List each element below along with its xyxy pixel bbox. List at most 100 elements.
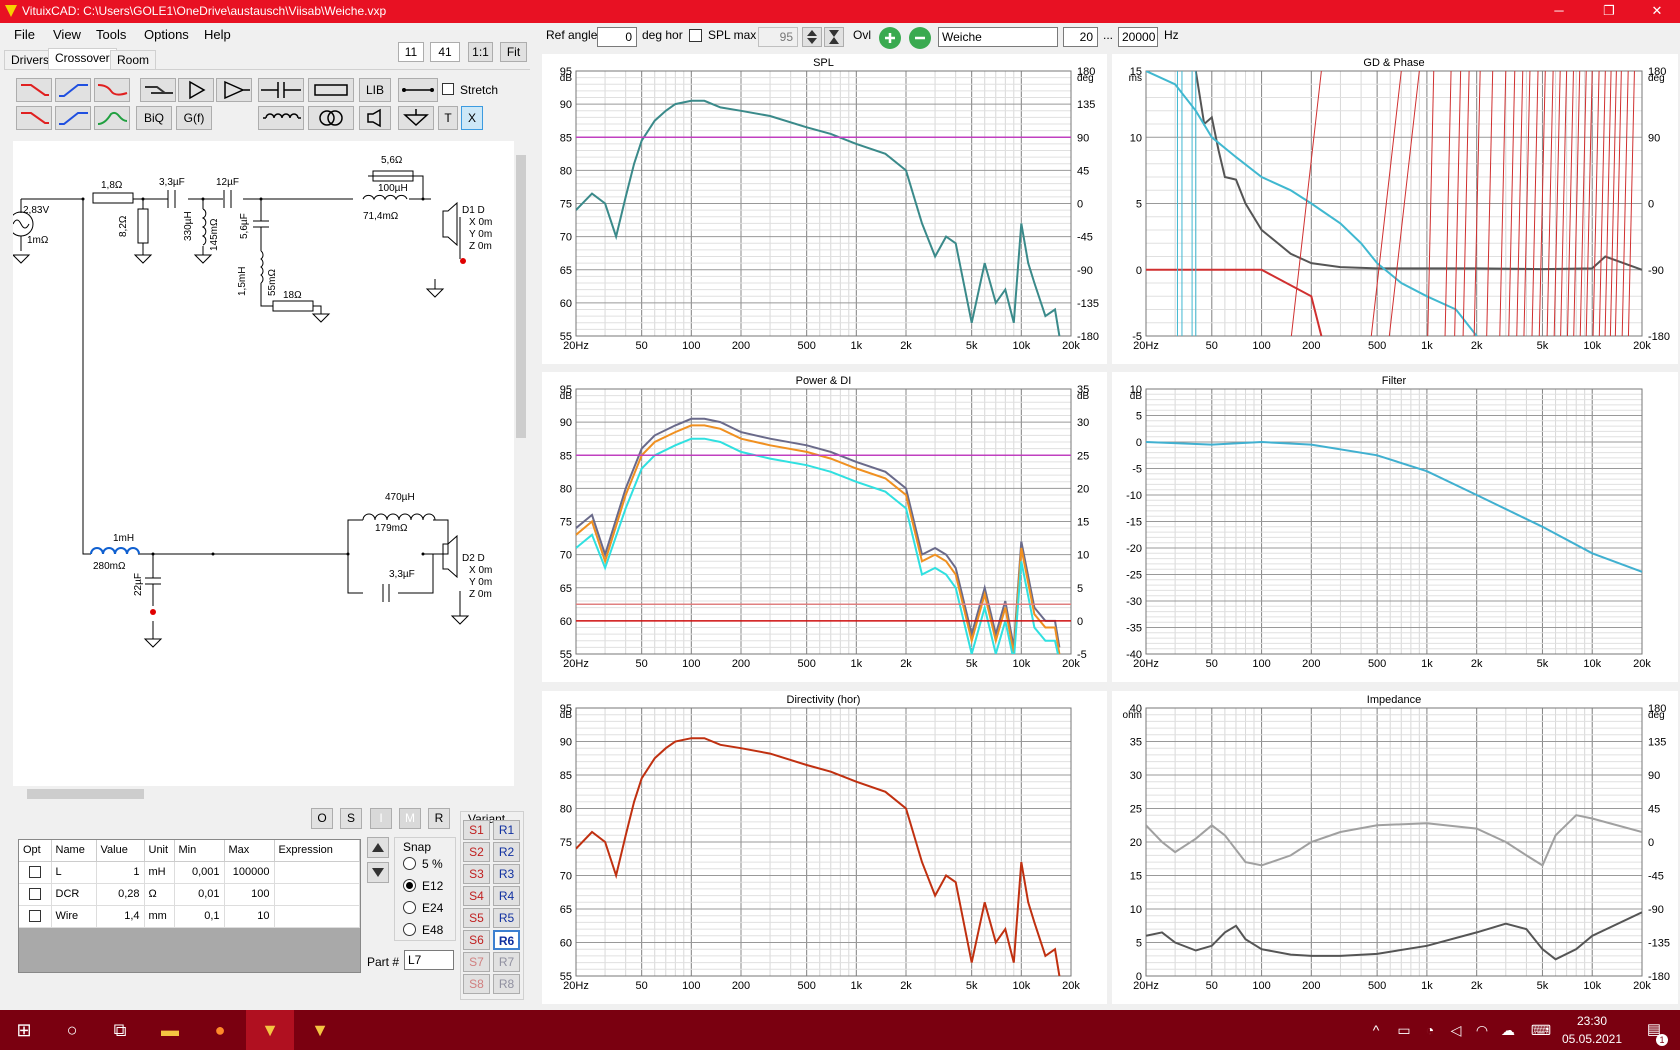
- cell-max[interactable]: 100000: [224, 861, 275, 884]
- hourglass-icon[interactable]: [824, 27, 844, 47]
- variant-r3-button[interactable]: R3: [493, 864, 520, 884]
- minimize-button[interactable]: ─: [1536, 0, 1582, 23]
- capacitor-button[interactable]: [258, 78, 304, 102]
- freq-high-field[interactable]: 20000: [1118, 27, 1158, 47]
- x-button[interactable]: X: [461, 106, 483, 130]
- inductor-button[interactable]: [258, 106, 304, 130]
- highpass2-button[interactable]: [55, 106, 91, 130]
- cell-expression[interactable]: [274, 905, 360, 928]
- move-down-button[interactable]: [367, 862, 389, 883]
- spl-max-checkbox[interactable]: [689, 29, 702, 42]
- task-view-icon[interactable]: ⧉: [96, 1010, 144, 1050]
- menu-tools[interactable]: Tools: [96, 27, 126, 42]
- variant-s5-button[interactable]: S5: [463, 908, 490, 928]
- lib-button[interactable]: LIB: [359, 78, 391, 102]
- maximize-button[interactable]: ❐: [1586, 0, 1632, 23]
- resistor-button[interactable]: [308, 78, 354, 102]
- menu-options[interactable]: Options: [144, 27, 189, 42]
- variant-r6-button[interactable]: R6: [493, 930, 520, 950]
- schematic-canvas[interactable]: 2,83V 1mΩ 1,8Ω 8,2Ω 3,3µF 330µH 145mΩ 12…: [8, 141, 514, 786]
- battery-icon[interactable]: ▭: [1392, 1010, 1416, 1050]
- gd-phase-chart[interactable]: GD & Phase 15 10 5 0 -5 ms 180 90 0 -90 -180 deg 20Hz…: [1112, 54, 1678, 364]
- variant-s1-button[interactable]: S1: [463, 820, 490, 840]
- variant-s6-button[interactable]: S6: [463, 930, 490, 950]
- hscroll-thumb[interactable]: [27, 789, 144, 799]
- network-icon[interactable]: ◔: [1418, 1010, 1442, 1050]
- text-button[interactable]: T: [438, 106, 458, 130]
- overlay-name-field[interactable]: Weiche: [938, 27, 1058, 47]
- impedance-chart[interactable]: Impedance 40 35 30 25 20 15 10 5 0 ohm 180 135 90 45 0-…: [1112, 691, 1678, 1004]
- transformer-button[interactable]: [308, 106, 354, 130]
- zoom-b-field[interactable]: 41: [430, 42, 460, 62]
- variant-s7-button[interactable]: S7: [463, 952, 490, 972]
- vituixcad-icon[interactable]: ▼: [246, 1010, 294, 1050]
- cell-value[interactable]: 1,4: [96, 905, 145, 928]
- variant-s2-button[interactable]: S2: [463, 842, 490, 862]
- cell-min[interactable]: 0,01: [174, 883, 225, 906]
- table-row[interactable]: DCR 0,28 Ω 0,01 100: [19, 883, 360, 906]
- firefox-icon[interactable]: ●: [196, 1010, 244, 1050]
- m-button[interactable]: M: [399, 808, 421, 829]
- add-overlay-icon[interactable]: [879, 27, 901, 49]
- directivity-chart[interactable]: Directivity (hor) 95 90 85 80 75 70 65 60 55 dB 20H…: [542, 691, 1107, 1004]
- stretch-checkbox[interactable]: [442, 83, 454, 95]
- variant-s8-button[interactable]: S8: [463, 974, 490, 994]
- spl-chart[interactable]: SPL 95 90 85 80 75 70 65 60 55 dB 180 135 90 45 0 -45 -90…: [542, 54, 1107, 364]
- zoom-a-field[interactable]: 11: [398, 42, 424, 62]
- schematic-horizontal-scrollbar[interactable]: [13, 786, 514, 802]
- notifications-icon[interactable]: ▤: [1634, 1010, 1674, 1050]
- highpass1-button[interactable]: [55, 78, 91, 102]
- zoom-1to1-button[interactable]: 1:1: [468, 42, 493, 62]
- o-button[interactable]: O: [311, 808, 333, 829]
- up-down-arrows-icon[interactable]: [802, 27, 822, 47]
- schematic-vertical-scrollbar[interactable]: [514, 141, 528, 786]
- lowpass2-button[interactable]: [16, 106, 52, 130]
- lowpass1-button[interactable]: [16, 78, 52, 102]
- cell-max[interactable]: 100: [224, 883, 275, 906]
- table-row[interactable]: Wire 1,4 mm 0,1 10: [19, 905, 360, 928]
- spl-max-field[interactable]: 95: [758, 27, 798, 47]
- opamp-button[interactable]: [216, 78, 252, 102]
- buffer-button[interactable]: [178, 78, 214, 102]
- snap-e24-radio[interactable]: [403, 901, 416, 914]
- clock-date[interactable]: 05.05.2021: [1560, 1032, 1624, 1046]
- cell-expression[interactable]: [274, 861, 360, 884]
- tab-crossover[interactable]: Crossover: [48, 48, 117, 69]
- variant-r5-button[interactable]: R5: [493, 908, 520, 928]
- cell-expression[interactable]: [274, 883, 360, 906]
- snap-e48-radio[interactable]: [403, 923, 416, 936]
- vituixcad-tool-icon[interactable]: ▼: [296, 1010, 344, 1050]
- filter-chart[interactable]: Filter 10 5 0 -5 -10 -15 -20 -25 -30 -35 -40 dB 20Hz 5…: [1112, 372, 1678, 682]
- move-up-button[interactable]: [367, 837, 389, 858]
- ground-button[interactable]: [398, 106, 434, 130]
- transfer-function-button[interactable]: G(f): [176, 106, 212, 130]
- cell-value[interactable]: 1: [96, 861, 145, 884]
- allpass-button[interactable]: [140, 78, 176, 102]
- opt-checkbox[interactable]: [19, 861, 52, 884]
- table-row[interactable]: L 1 mH 0,001 100000: [19, 861, 360, 884]
- biquad-button[interactable]: BiQ: [136, 106, 172, 130]
- cell-max[interactable]: 10: [224, 905, 275, 928]
- search-icon[interactable]: ○: [48, 1010, 96, 1050]
- power-di-chart[interactable]: Power & DI 95 90 85 80 75 70 65 60 55 dB 35 30 25 20 15…: [542, 372, 1107, 682]
- speaker-button[interactable]: [359, 106, 391, 130]
- s-button[interactable]: S: [340, 808, 362, 829]
- tab-room[interactable]: Room: [110, 50, 157, 69]
- variant-r8-button[interactable]: R8: [493, 974, 520, 994]
- close-button[interactable]: ✕: [1634, 0, 1680, 23]
- bandpass-button[interactable]: [94, 106, 130, 130]
- notch-button[interactable]: [94, 78, 130, 102]
- wifi-icon[interactable]: ◠: [1470, 1010, 1494, 1050]
- snap-5pct-radio[interactable]: [403, 857, 416, 870]
- variant-r7-button[interactable]: R7: [493, 952, 520, 972]
- menu-file[interactable]: File: [14, 27, 35, 42]
- part-number-field[interactable]: L7: [404, 950, 454, 970]
- variant-r4-button[interactable]: R4: [493, 886, 520, 906]
- keyboard-icon[interactable]: ⌨: [1526, 1010, 1556, 1050]
- onedrive-icon[interactable]: ☁: [1496, 1010, 1520, 1050]
- ref-angle-field[interactable]: 0: [597, 27, 637, 47]
- r-button[interactable]: R: [428, 808, 450, 829]
- cell-min[interactable]: 0,001: [174, 861, 225, 884]
- variant-r2-button[interactable]: R2: [493, 842, 520, 862]
- menu-view[interactable]: View: [53, 27, 81, 42]
